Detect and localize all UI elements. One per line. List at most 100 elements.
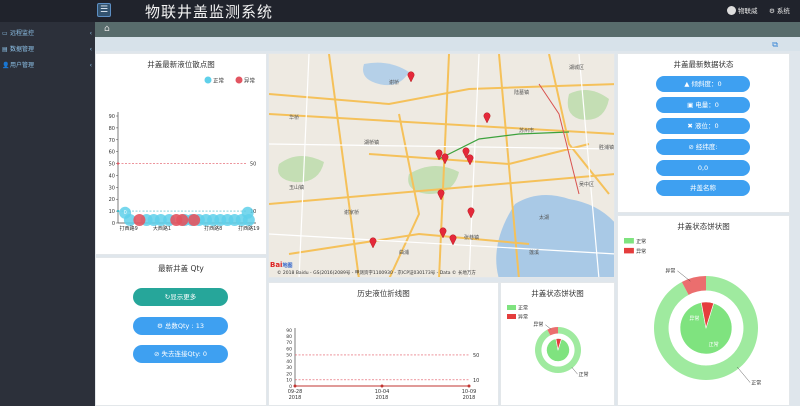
inner-normal-label: 正常	[709, 341, 719, 348]
scatter-chart: 正常异常0102030405060708090501000打西路9大西路1打西路…	[109, 76, 260, 232]
map-label: 胜浦镇	[599, 144, 614, 151]
y-tick-label: 60	[286, 346, 292, 352]
normal-label-line	[571, 367, 578, 375]
lost-connection-button[interactable]: ⊘ 失去连接Qty: 0	[133, 345, 228, 363]
link-icon[interactable]: ⧉	[772, 40, 778, 50]
series-point	[293, 384, 297, 388]
y-tick-label: 90	[286, 328, 292, 334]
system-menu[interactable]: ⚙ 系统	[769, 5, 790, 15]
line-panel: 历史液位折线图 0 10 20 30 40 50 60 70 80 90 50 10 09-28 2018…	[268, 282, 499, 406]
coordinates-value-button[interactable]: 0,0	[656, 160, 750, 176]
sidebar-item-label: 数据管理	[10, 46, 35, 53]
y-tick-label: 10	[109, 209, 115, 215]
inner-abnormal-label: 异常	[689, 315, 699, 322]
y-tick-label: 0	[112, 221, 115, 227]
coordinates-label: 经纬度:	[695, 143, 718, 151]
normal-label-line	[737, 366, 751, 383]
line-chart: 0102030405060708090501009-28201810-04201…	[286, 328, 479, 401]
map-label: 张巷镇	[464, 234, 479, 241]
green-area	[278, 155, 324, 183]
y-tick-label: 20	[286, 371, 292, 377]
markline-label: 10	[473, 378, 479, 384]
y-tick-label: 40	[109, 173, 115, 179]
sidebar: ▭ 远程监控 ‹ ▤ 数据管理 ‹ 👤 用户管理 ‹	[0, 22, 95, 406]
avatar	[727, 6, 736, 15]
x-tick-label: 2018	[289, 395, 302, 401]
legend-abnormal-label: 异常	[518, 314, 528, 321]
scatter-panel: 井盖最新液位散点图 正常异常0102030405060708090501000打…	[95, 53, 267, 255]
abnormal-label: 异常	[533, 321, 543, 328]
y-tick-label: 50	[109, 162, 115, 168]
tilt-status-button[interactable]: ▲ 倾斜度：0	[656, 76, 750, 92]
y-tick-label: 10	[286, 378, 292, 384]
sidebar-item-data-manage[interactable]: ▤ 数据管理 ‹	[0, 43, 95, 56]
map-label: 谢家桥	[344, 209, 359, 216]
sub-toolbar: ⧉	[95, 37, 800, 51]
total-qty-label: 总数Qty : 13	[164, 322, 204, 330]
user-menu[interactable]: 物联威	[727, 5, 758, 15]
y-tick-label: 30	[286, 365, 292, 371]
y-tick-label: 50	[286, 353, 292, 359]
road	[269, 83, 614, 106]
cross-icon: ✖	[687, 122, 693, 130]
status-panel: 井盖最新数据状态 ▲ 倾斜度：0 ▣ 电量：0 ✖ 液位：0 ⊘ 经纬度: 0,…	[617, 53, 790, 213]
legend-normal-marker	[507, 305, 516, 310]
coordinates-status-button[interactable]: ⊘ 经纬度:	[656, 139, 750, 155]
map[interactable]: 谢桥华桥湖桥镇玉山镇谢家桥 苏州市 陆墓镇 湖城区吴中区张巷镇曲浦 莲溪 胜浦镇太湖	[269, 54, 615, 278]
minor-road	[269, 143, 614, 150]
x-tick-label: 打西路9	[120, 225, 138, 232]
lake-water	[496, 195, 614, 277]
series-point	[467, 384, 471, 388]
y-tick-label: 30	[109, 185, 115, 191]
sidebar-item-remote-monitor[interactable]: ▭ 远程监控 ‹	[0, 27, 95, 40]
legend-normal-marker	[204, 76, 212, 84]
coordinates-value: 0,0	[697, 164, 709, 172]
road	[548, 54, 610, 195]
normal-label: 正常	[579, 371, 589, 378]
system-label: 系统	[776, 7, 790, 15]
sidebar-item-user-manage[interactable]: 👤 用户管理 ‹	[0, 59, 95, 72]
gear-icon: ⚙	[769, 7, 775, 15]
cover-name-label: 井盖名称	[690, 184, 716, 192]
legend-abnormal-label: 异常	[244, 77, 256, 85]
level-value: 液位：0	[694, 122, 719, 130]
map-logo-text: Bai	[270, 261, 283, 269]
qty-title: 最新井盖 Qty	[158, 264, 204, 273]
legend-abnormal-label: 异常	[636, 248, 646, 255]
abnormal-label-line	[545, 324, 552, 330]
total-qty-button[interactable]: ⚙ 总数Qty : 13	[133, 317, 228, 335]
normal-label: 正常	[751, 380, 761, 387]
abnormal-point	[188, 214, 201, 226]
menu-icon[interactable]: ☰	[97, 3, 111, 17]
battery-value: 电量：0	[695, 101, 719, 109]
qty-panel: 最新井盖 Qty ↻显示更多 ⚙ 总数Qty : 13 ⊘ 失去连接Qty: 0	[95, 257, 267, 406]
map-label: 太湖	[539, 214, 549, 221]
x-tick-label: 大西路1	[153, 225, 171, 232]
show-more-button[interactable]: ↻显示更多	[133, 288, 228, 306]
user-icon: 👤	[2, 62, 10, 69]
map-label: 华桥	[289, 114, 299, 121]
point-label: 0	[138, 210, 141, 216]
chevron-left-icon: ‹	[89, 46, 92, 53]
map-label: 吴中区	[579, 181, 594, 188]
home-icon[interactable]: ⌂	[104, 24, 110, 34]
markline-start	[116, 162, 120, 165]
pie-small-panel: 井盖状态饼状图 正常 异常 异常 正常	[500, 282, 615, 406]
map-label: 湖城区	[569, 64, 584, 71]
map-label: 湖桥镇	[364, 139, 379, 146]
level-status-button[interactable]: ✖ 液位：0	[656, 118, 750, 134]
markline-label: 50	[473, 353, 479, 359]
cover-name-button[interactable]: 井盖名称	[656, 180, 750, 196]
tilt-value: 倾斜度：0	[691, 80, 722, 88]
top-bar: ☰ 物联井盖监测系统 物联威 ⚙ 系统	[0, 0, 800, 22]
map-panel[interactable]: 谢桥 华桥 湖桥镇 玉山镇 谢家桥 苏州市 陆墓镇 湖城区 吴中区 张巷镇 曲浦 莲溪 胜浦镇 太湖 Ba…	[268, 53, 615, 278]
battery-status-button[interactable]: ▣ 电量：0	[656, 97, 750, 113]
sidebar-item-label: 用户管理	[10, 62, 35, 69]
lake-water	[363, 62, 409, 86]
x-tick-label: 2018	[463, 395, 476, 401]
map-copyright: © 2018 Baidu - GS(2016)2089号 - 甲测资字11009…	[277, 271, 476, 276]
legend-abnormal-marker	[507, 314, 516, 319]
data-icon: ▤	[2, 46, 8, 53]
lost-connection-label: 失去连接Qty: 0	[161, 350, 207, 358]
ban-icon: ⊘	[154, 350, 160, 358]
